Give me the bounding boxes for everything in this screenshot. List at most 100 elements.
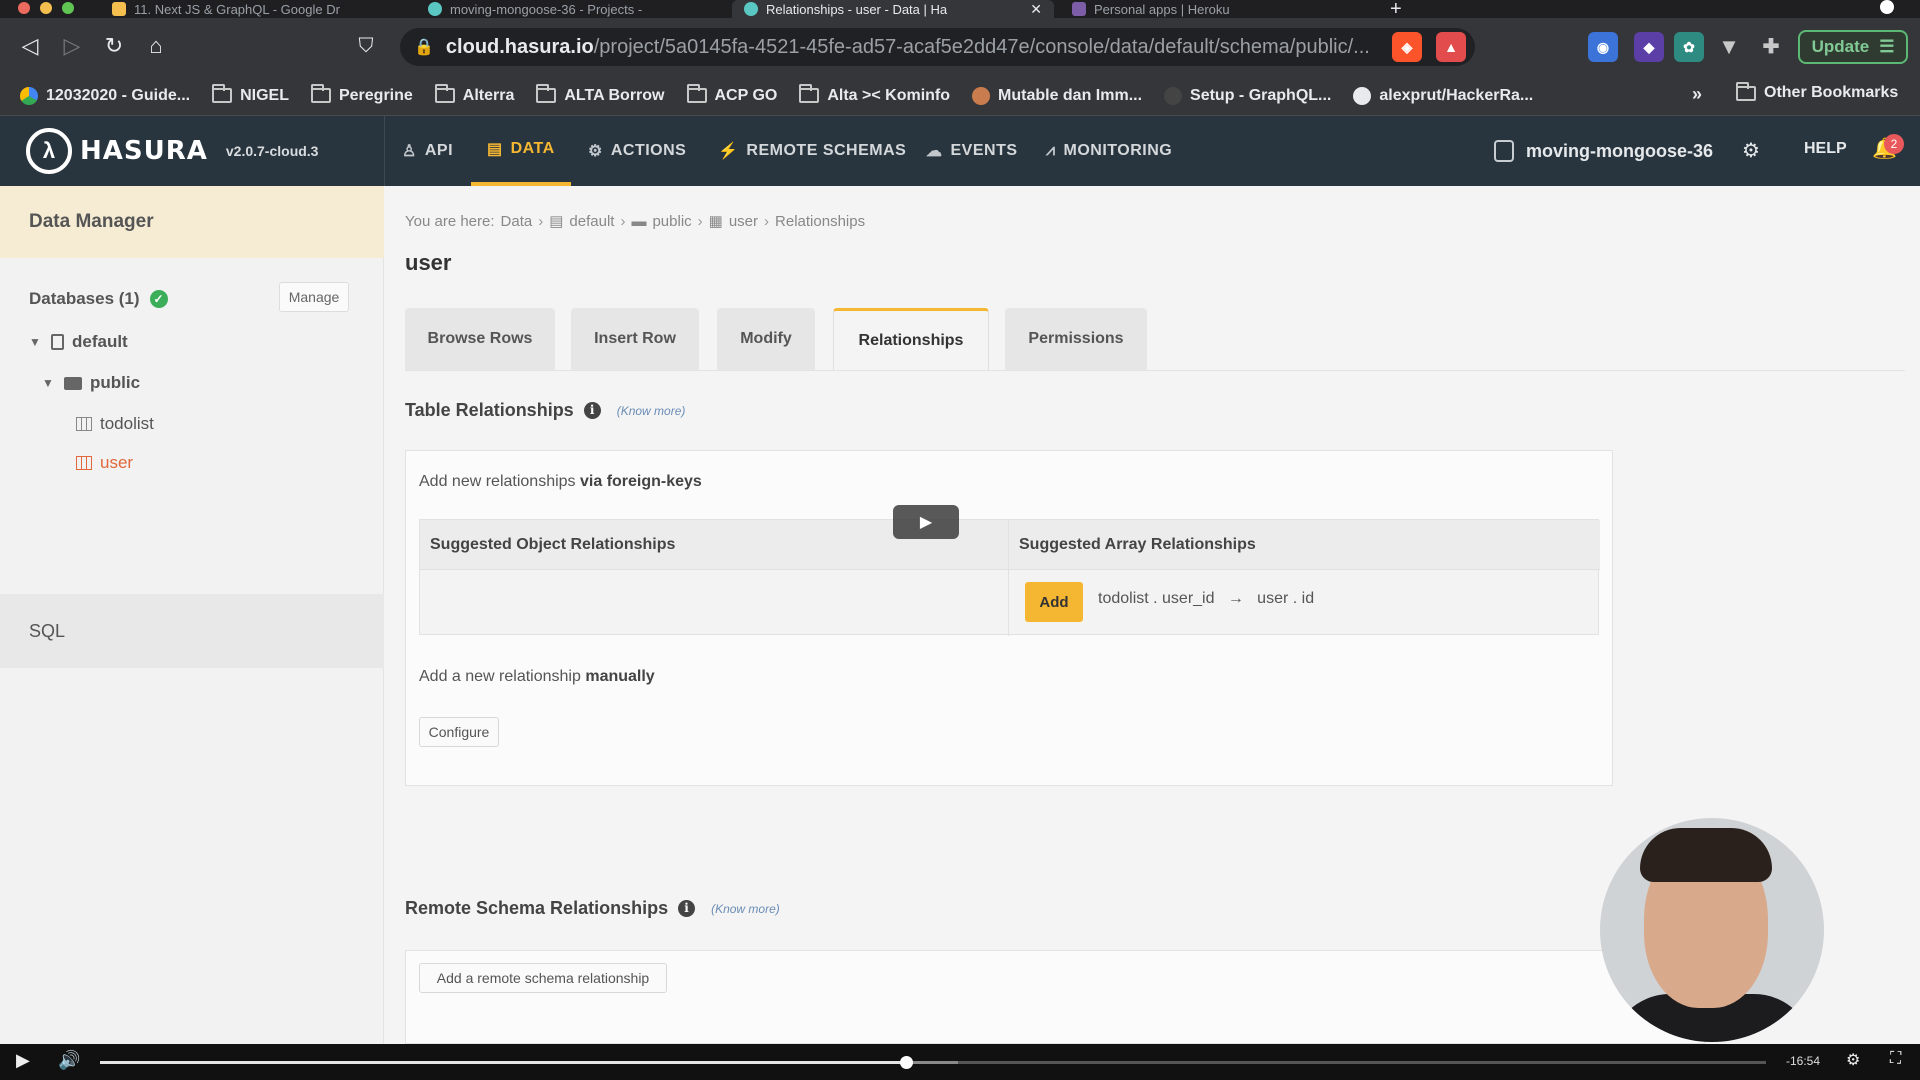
- fullscreen-icon[interactable]: ⛶: [1890, 1050, 1901, 1068]
- suggested-array-relationship: todolist . user_id → user . id: [1098, 590, 1315, 607]
- github-icon: [1353, 86, 1372, 105]
- bookmark-folder[interactable]: Peregrine: [310, 84, 413, 105]
- nav-actions[interactable]: ⚙ ACTIONS: [588, 116, 686, 186]
- browser-tab[interactable]: Personal apps | Heroku: [1060, 0, 1370, 18]
- nav-api[interactable]: ♙ API: [402, 116, 453, 186]
- back-icon[interactable]: ◁: [16, 32, 44, 60]
- chevron-down-icon[interactable]: ▼: [42, 376, 56, 390]
- extension-icon[interactable]: ✿: [1674, 32, 1704, 62]
- bookmarks-bar: 12032020 - Guide... NIGEL Peregrine Alte…: [0, 76, 1920, 116]
- folder-icon: [64, 376, 82, 390]
- nav-label: EVENTS: [950, 142, 1018, 159]
- databases-heading: Databases (1) ✓: [29, 289, 168, 309]
- browser-toolbar: ◁ ▷ ↻ ⌂ ⛉ 🔒 cloud.hasura.io /project/5a0…: [0, 18, 1920, 76]
- tree-schema-public[interactable]: ▼ public: [42, 373, 140, 393]
- manage-button[interactable]: Manage: [279, 282, 349, 312]
- reload-icon[interactable]: ↻: [100, 32, 128, 60]
- tree-table-user[interactable]: user: [76, 453, 133, 473]
- data-manager-sidebar: Data Manager Databases (1) ✓ Manage ▼ de…: [0, 186, 384, 1044]
- bookmark-folder[interactable]: ALTA Borrow: [536, 84, 665, 105]
- forward-icon[interactable]: ▷: [58, 32, 86, 60]
- browser-tab-active[interactable]: Relationships - user - Data | Ha ✕: [732, 0, 1054, 18]
- foreign-key-hint: Add new relationships via foreign-keys: [419, 473, 702, 491]
- seek-bar[interactable]: [100, 1056, 1766, 1069]
- tab-browse-rows[interactable]: Browse Rows: [405, 308, 555, 370]
- tab-insert-row[interactable]: Insert Row: [571, 308, 699, 370]
- bookmarks-overflow-icon[interactable]: »: [1692, 84, 1702, 105]
- section-title: Table Relationships: [405, 400, 574, 420]
- extension-new-icon[interactable]: ◉: [1588, 32, 1618, 62]
- bookmark-label: alexprut/HackerRa...: [1379, 86, 1534, 104]
- bookmark-label: NIGEL: [240, 86, 289, 104]
- home-icon[interactable]: ⌂: [142, 32, 170, 60]
- settings-gear-icon[interactable]: ⚙: [1846, 1050, 1860, 1070]
- project-selector[interactable]: moving-mongoose-36: [1494, 116, 1713, 186]
- tree-database-default[interactable]: ▼ default: [29, 332, 128, 352]
- breadcrumb-data[interactable]: Data: [501, 213, 533, 230]
- add-remote-schema-relationship-button[interactable]: Add a remote schema relationship: [419, 963, 667, 993]
- sql-link[interactable]: SQL: [0, 594, 384, 668]
- tab-modify[interactable]: Modify: [717, 308, 815, 370]
- address-bar[interactable]: 🔒 cloud.hasura.io /project/5a0145fa-4521…: [400, 28, 1475, 66]
- chevron-down-icon[interactable]: ▼: [29, 335, 43, 349]
- bookmark-item[interactable]: 12032020 - Guide...: [20, 86, 190, 105]
- volume-icon[interactable]: 🔊: [58, 1050, 80, 1071]
- bookmark-item[interactable]: alexprut/HackerRa...: [1353, 86, 1534, 105]
- nav-monitoring[interactable]: ⩘ MONITORING: [1046, 116, 1172, 186]
- browser-tab[interactable]: 11. Next JS & GraphQL - Google Dr: [100, 0, 410, 18]
- breadcrumb-public[interactable]: public: [652, 213, 691, 230]
- remote-schema-relationships-heading: Remote Schema Relationships i (Know more…: [405, 898, 780, 919]
- video-frame: 11. Next JS & GraphQL - Google Dr moving…: [0, 0, 1920, 1080]
- table-relationships-heading: Table Relationships i (Know more): [405, 400, 685, 421]
- tab-close-icon[interactable]: ✕: [1030, 1, 1042, 18]
- bookmark-folder[interactable]: NIGEL: [212, 84, 289, 105]
- bookmark-folder[interactable]: ACP GO: [686, 84, 777, 105]
- nav-data[interactable]: ▤ DATA: [471, 116, 571, 186]
- vue-devtools-icon[interactable]: ▼: [1714, 32, 1744, 62]
- hasura-logo[interactable]: λ HASURA v2.0.7-cloud.3: [26, 128, 318, 174]
- other-bookmarks-folder[interactable]: Other Bookmarks: [1736, 81, 1898, 102]
- tab-relationships[interactable]: Relationships: [833, 308, 989, 370]
- tab-permissions[interactable]: Permissions: [1005, 308, 1147, 370]
- extensions-puzzle-icon[interactable]: ✚: [1756, 32, 1786, 62]
- add-suggested-relationship-button[interactable]: Add: [1025, 582, 1083, 622]
- project-db-icon: [1494, 140, 1514, 162]
- info-icon[interactable]: i: [678, 900, 696, 917]
- remote-schema-relationships-card: Add a remote schema relationship: [405, 950, 1705, 1044]
- video-play-overlay-icon[interactable]: ▶: [893, 505, 959, 539]
- extension-badge-icon[interactable]: ◆: [1634, 32, 1664, 62]
- nav-label: REMOTE SCHEMAS: [746, 142, 907, 159]
- tree-table-todolist[interactable]: todolist: [76, 414, 154, 434]
- browser-update-button[interactable]: Update ☰: [1798, 30, 1908, 64]
- top-navigation: λ HASURA v2.0.7-cloud.3 ♙ API ▤ DATA ⚙ ACTI…: [0, 116, 1920, 186]
- bookmark-item[interactable]: Setup - GraphQL...: [1164, 86, 1331, 105]
- window-close-dot[interactable]: [18, 2, 30, 14]
- fk-emphasis: via foreign-keys: [580, 473, 702, 490]
- bookmark-folder[interactable]: Alterra: [434, 84, 514, 105]
- play-icon[interactable]: ▶: [16, 1050, 30, 1071]
- know-more-link[interactable]: (Know more): [711, 902, 780, 916]
- notifications-bell-icon[interactable]: 🔔2: [1872, 134, 1904, 161]
- browser-tab[interactable]: moving-mongoose-36 - Projects -: [416, 0, 726, 18]
- profile-icon[interactable]: [1880, 0, 1894, 14]
- nav-events[interactable]: ☁ EVENTS: [926, 116, 1018, 186]
- breadcrumb-user[interactable]: user: [729, 213, 758, 230]
- settings-gear-icon[interactable]: ⚙: [1742, 138, 1760, 163]
- bookmark-label: Peregrine: [338, 86, 413, 104]
- bookmark-folder[interactable]: Alta >< Kominfo: [799, 84, 950, 105]
- manual-relationship-hint: Add a new relationship manually: [419, 668, 655, 686]
- configure-button[interactable]: Configure: [419, 717, 499, 747]
- brave-rewards-icon[interactable]: ▲: [1436, 32, 1466, 62]
- know-more-link[interactable]: (Know more): [617, 404, 686, 418]
- seek-handle[interactable]: [900, 1056, 914, 1069]
- bookmark-icon[interactable]: ⛉: [352, 32, 380, 60]
- info-icon[interactable]: i: [583, 402, 601, 419]
- brave-shield-icon[interactable]: ◈: [1392, 32, 1422, 62]
- help-link[interactable]: HELP: [1804, 140, 1847, 158]
- nav-remote-schemas[interactable]: ⚡ REMOTE SCHEMAS: [718, 116, 906, 186]
- window-minimize-dot[interactable]: [40, 2, 52, 14]
- breadcrumb: You are here: Data › ▤ default › ▬ publi…: [405, 212, 865, 231]
- breadcrumb-default[interactable]: default: [569, 213, 614, 230]
- bookmark-item[interactable]: Mutable dan Imm...: [972, 86, 1142, 105]
- window-maximize-dot[interactable]: [62, 2, 74, 14]
